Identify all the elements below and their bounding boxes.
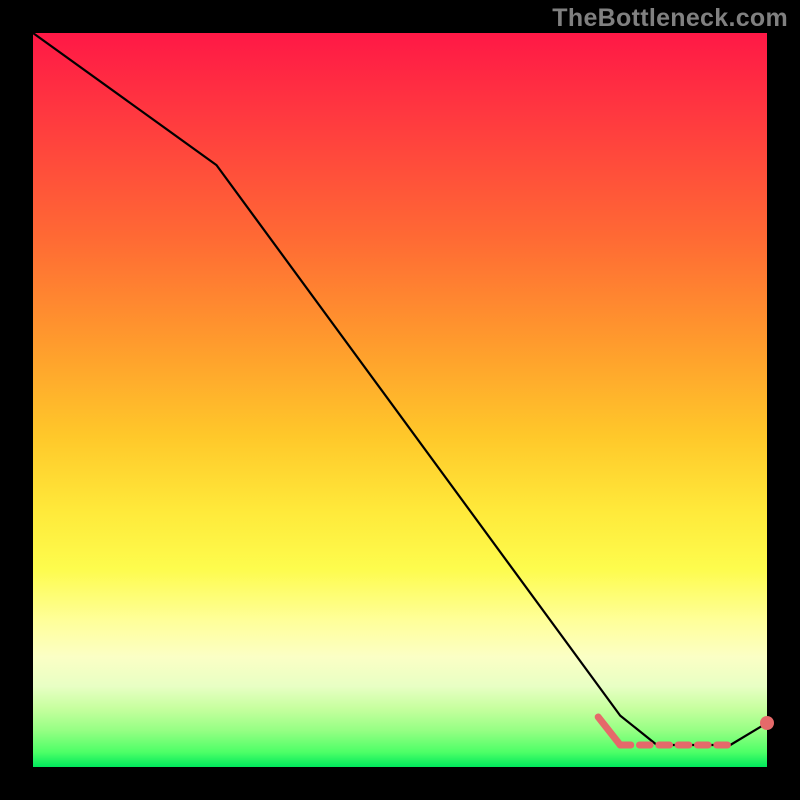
- end-point-marker: [760, 716, 774, 730]
- chart-stage: TheBottleneck.com: [0, 0, 800, 800]
- line-series: [33, 33, 767, 745]
- chart-svg: [0, 0, 800, 800]
- highlight-dashes: [598, 717, 727, 745]
